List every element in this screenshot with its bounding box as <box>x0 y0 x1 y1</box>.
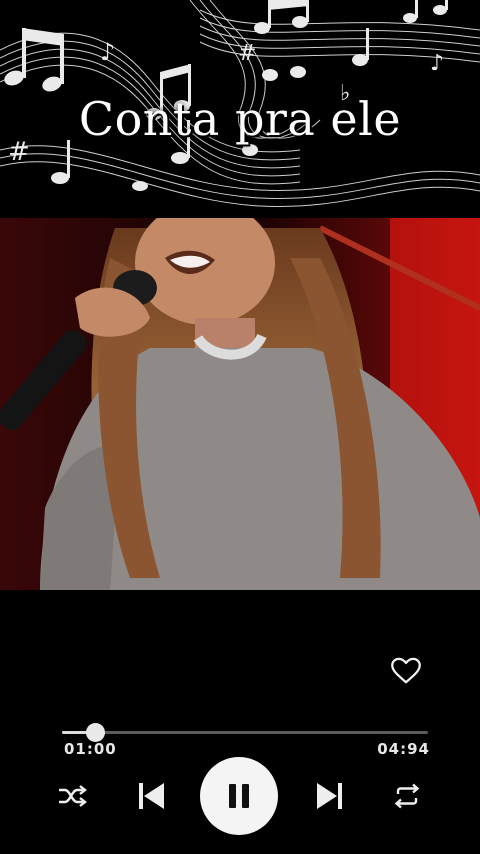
shuffle-button[interactable] <box>56 780 88 812</box>
skip-next-icon <box>317 783 342 809</box>
svg-text:#: # <box>238 41 256 66</box>
repeat-button[interactable] <box>390 780 424 812</box>
skip-previous-icon <box>139 783 164 809</box>
progress-bar[interactable] <box>62 723 428 742</box>
total-time: 04:94 <box>377 740 430 758</box>
pause-icon <box>229 784 249 808</box>
previous-button[interactable] <box>136 778 168 814</box>
current-time: 01:00 <box>64 740 117 758</box>
svg-text:♪: ♪ <box>100 38 115 66</box>
video-frame[interactable] <box>0 218 480 590</box>
song-title: Conta pra ele <box>78 92 402 146</box>
play-pause-button[interactable] <box>200 757 278 835</box>
svg-text:♪: ♪ <box>430 51 444 76</box>
repeat-icon <box>394 783 420 809</box>
like-button[interactable] <box>391 656 421 686</box>
singer-video-image <box>0 218 480 590</box>
heart-outline-icon <box>391 657 421 684</box>
shuffle-icon <box>59 785 87 807</box>
header-banner: # # ♭ ♪ ♪ Conta pra ele <box>0 0 480 215</box>
next-button[interactable] <box>313 778 345 814</box>
